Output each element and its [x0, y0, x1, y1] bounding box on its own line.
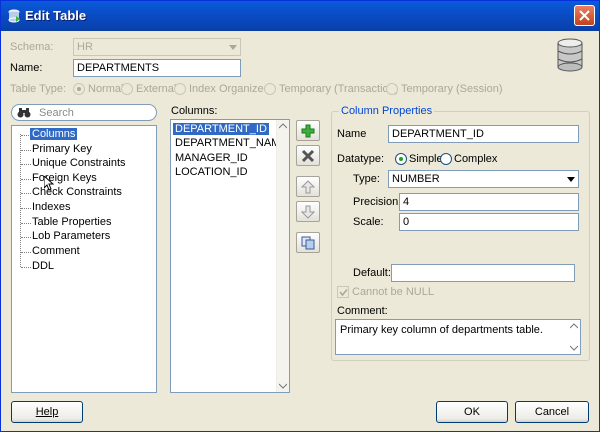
- radio-temporary-session-label: Temporary (Session): [401, 83, 503, 95]
- table-name-input[interactable]: DEPARTMENTS: [73, 59, 241, 77]
- radio-simple-label: Simple: [409, 153, 443, 165]
- scroll-up-icon: [279, 123, 287, 129]
- move-up-button[interactable]: [296, 176, 320, 197]
- nav-item-primary-key[interactable]: Primary Key: [32, 143, 92, 155]
- help-button[interactable]: Help: [11, 401, 83, 423]
- chevron-down-icon: [229, 45, 237, 50]
- default-input[interactable]: [391, 264, 575, 282]
- copy-column-button[interactable]: [296, 232, 320, 253]
- schema-select: HR: [73, 38, 241, 56]
- add-column-button[interactable]: [296, 120, 320, 141]
- precision-label: Precision:: [353, 196, 402, 208]
- nav-item-lob-parameters[interactable]: Lob Parameters: [32, 230, 110, 242]
- cancel-label: Cancel: [534, 406, 570, 418]
- precision-input[interactable]: 4: [399, 193, 579, 211]
- radio-normal-label: Normal: [88, 83, 124, 95]
- radio-temporary-transaction: [264, 83, 276, 95]
- schema-value: HR: [77, 41, 93, 53]
- help-label: Help: [35, 406, 59, 418]
- type-label: Type:: [353, 173, 380, 185]
- close-icon: [579, 10, 590, 21]
- sql-developer-icon: [8, 9, 20, 23]
- columns-list[interactable]: DEPARTMENT_ID DEPARTMENT_NAME MANAGER_ID…: [170, 119, 290, 393]
- nav-item-columns[interactable]: Columns: [30, 128, 78, 140]
- nav-item-ddl[interactable]: DDL: [32, 260, 54, 272]
- radio-normal: [73, 83, 85, 95]
- scale-label: Scale:: [353, 216, 384, 228]
- move-down-icon: [301, 205, 315, 219]
- nav-item-unique-constraints[interactable]: Unique Constraints: [32, 157, 126, 169]
- checkmark-icon: [339, 288, 348, 297]
- remove-icon: [301, 149, 315, 163]
- ok-button[interactable]: OK: [436, 401, 508, 423]
- close-button[interactable]: [574, 5, 595, 26]
- radio-index-organized: [174, 83, 186, 95]
- scroll-down-icon: [279, 383, 287, 389]
- copy-icon: [301, 236, 315, 250]
- scroll-up-icon: [570, 323, 578, 329]
- nav-item-foreign-keys[interactable]: Foreign Keys: [32, 172, 97, 184]
- radio-simple[interactable]: [395, 153, 407, 165]
- move-down-button[interactable]: [296, 201, 320, 222]
- search-box[interactable]: Search: [11, 104, 157, 121]
- search-placeholder: Search: [39, 107, 74, 119]
- radio-index-organized-label: Index Organized: [189, 83, 270, 95]
- not-null-checkbox[interactable]: [337, 286, 349, 298]
- column-properties-title: Column Properties: [339, 105, 435, 117]
- nav-item-comment[interactable]: Comment: [32, 245, 80, 257]
- comment-textarea[interactable]: Primary key column of departments table.: [335, 319, 581, 355]
- radio-external-label: External: [136, 83, 177, 95]
- type-value: NUMBER: [392, 173, 440, 185]
- title-bar[interactable]: Edit Table: [1, 1, 599, 31]
- columns-scrollbar[interactable]: [276, 120, 289, 392]
- prop-name-label: Name: [337, 128, 367, 140]
- radio-temporary-transaction-label: Temporary (Transaction): [279, 83, 399, 95]
- chevron-down-icon: [567, 177, 575, 182]
- column-name-input[interactable]: DEPARTMENT_ID: [388, 125, 579, 143]
- column-item-manager-id[interactable]: MANAGER_ID: [173, 152, 250, 164]
- radio-complex[interactable]: [440, 153, 452, 165]
- scale-input[interactable]: 0: [399, 213, 579, 231]
- window-title: Edit Table: [25, 8, 87, 23]
- radio-temporary-session: [386, 83, 398, 95]
- column-item-department-name[interactable]: DEPARTMENT_NAME: [173, 137, 290, 149]
- move-up-icon: [301, 180, 315, 194]
- name-label: Name:: [10, 62, 43, 74]
- binoculars-icon: [17, 108, 31, 118]
- cancel-button[interactable]: Cancel: [515, 401, 589, 423]
- mouse-cursor-icon: [44, 176, 54, 191]
- columns-label: Columns:: [171, 105, 218, 117]
- database-icon: [557, 38, 583, 72]
- not-null-label: Cannot be NULL: [352, 286, 434, 298]
- column-item-location-id[interactable]: LOCATION_ID: [173, 166, 250, 178]
- column-item-department-id[interactable]: DEPARTMENT_ID: [173, 123, 269, 135]
- table-type-label: Table Type:: [10, 83, 67, 95]
- schema-label: Schema:: [10, 41, 54, 53]
- default-label: Default:: [353, 267, 391, 279]
- nav-tree: Columns Primary Key Unique Constraints F…: [11, 125, 157, 393]
- comment-text: Primary key column of departments table.: [340, 324, 543, 336]
- comment-scrollbar[interactable]: [568, 320, 580, 354]
- remove-column-button[interactable]: [296, 145, 320, 166]
- scroll-down-icon: [570, 345, 578, 351]
- ok-label: OK: [464, 406, 480, 418]
- type-select[interactable]: NUMBER: [388, 170, 579, 188]
- nav-item-table-properties[interactable]: Table Properties: [32, 216, 112, 228]
- comment-label: Comment:: [337, 305, 388, 317]
- datatype-label: Datatype:: [337, 153, 385, 165]
- edit-table-dialog: Edit Table Schema: HR Name: DEPARTMENTS …: [0, 0, 600, 432]
- add-icon: [301, 124, 315, 138]
- nav-item-indexes[interactable]: Indexes: [32, 201, 71, 213]
- radio-complex-label: Complex: [454, 153, 498, 165]
- radio-external: [121, 83, 133, 95]
